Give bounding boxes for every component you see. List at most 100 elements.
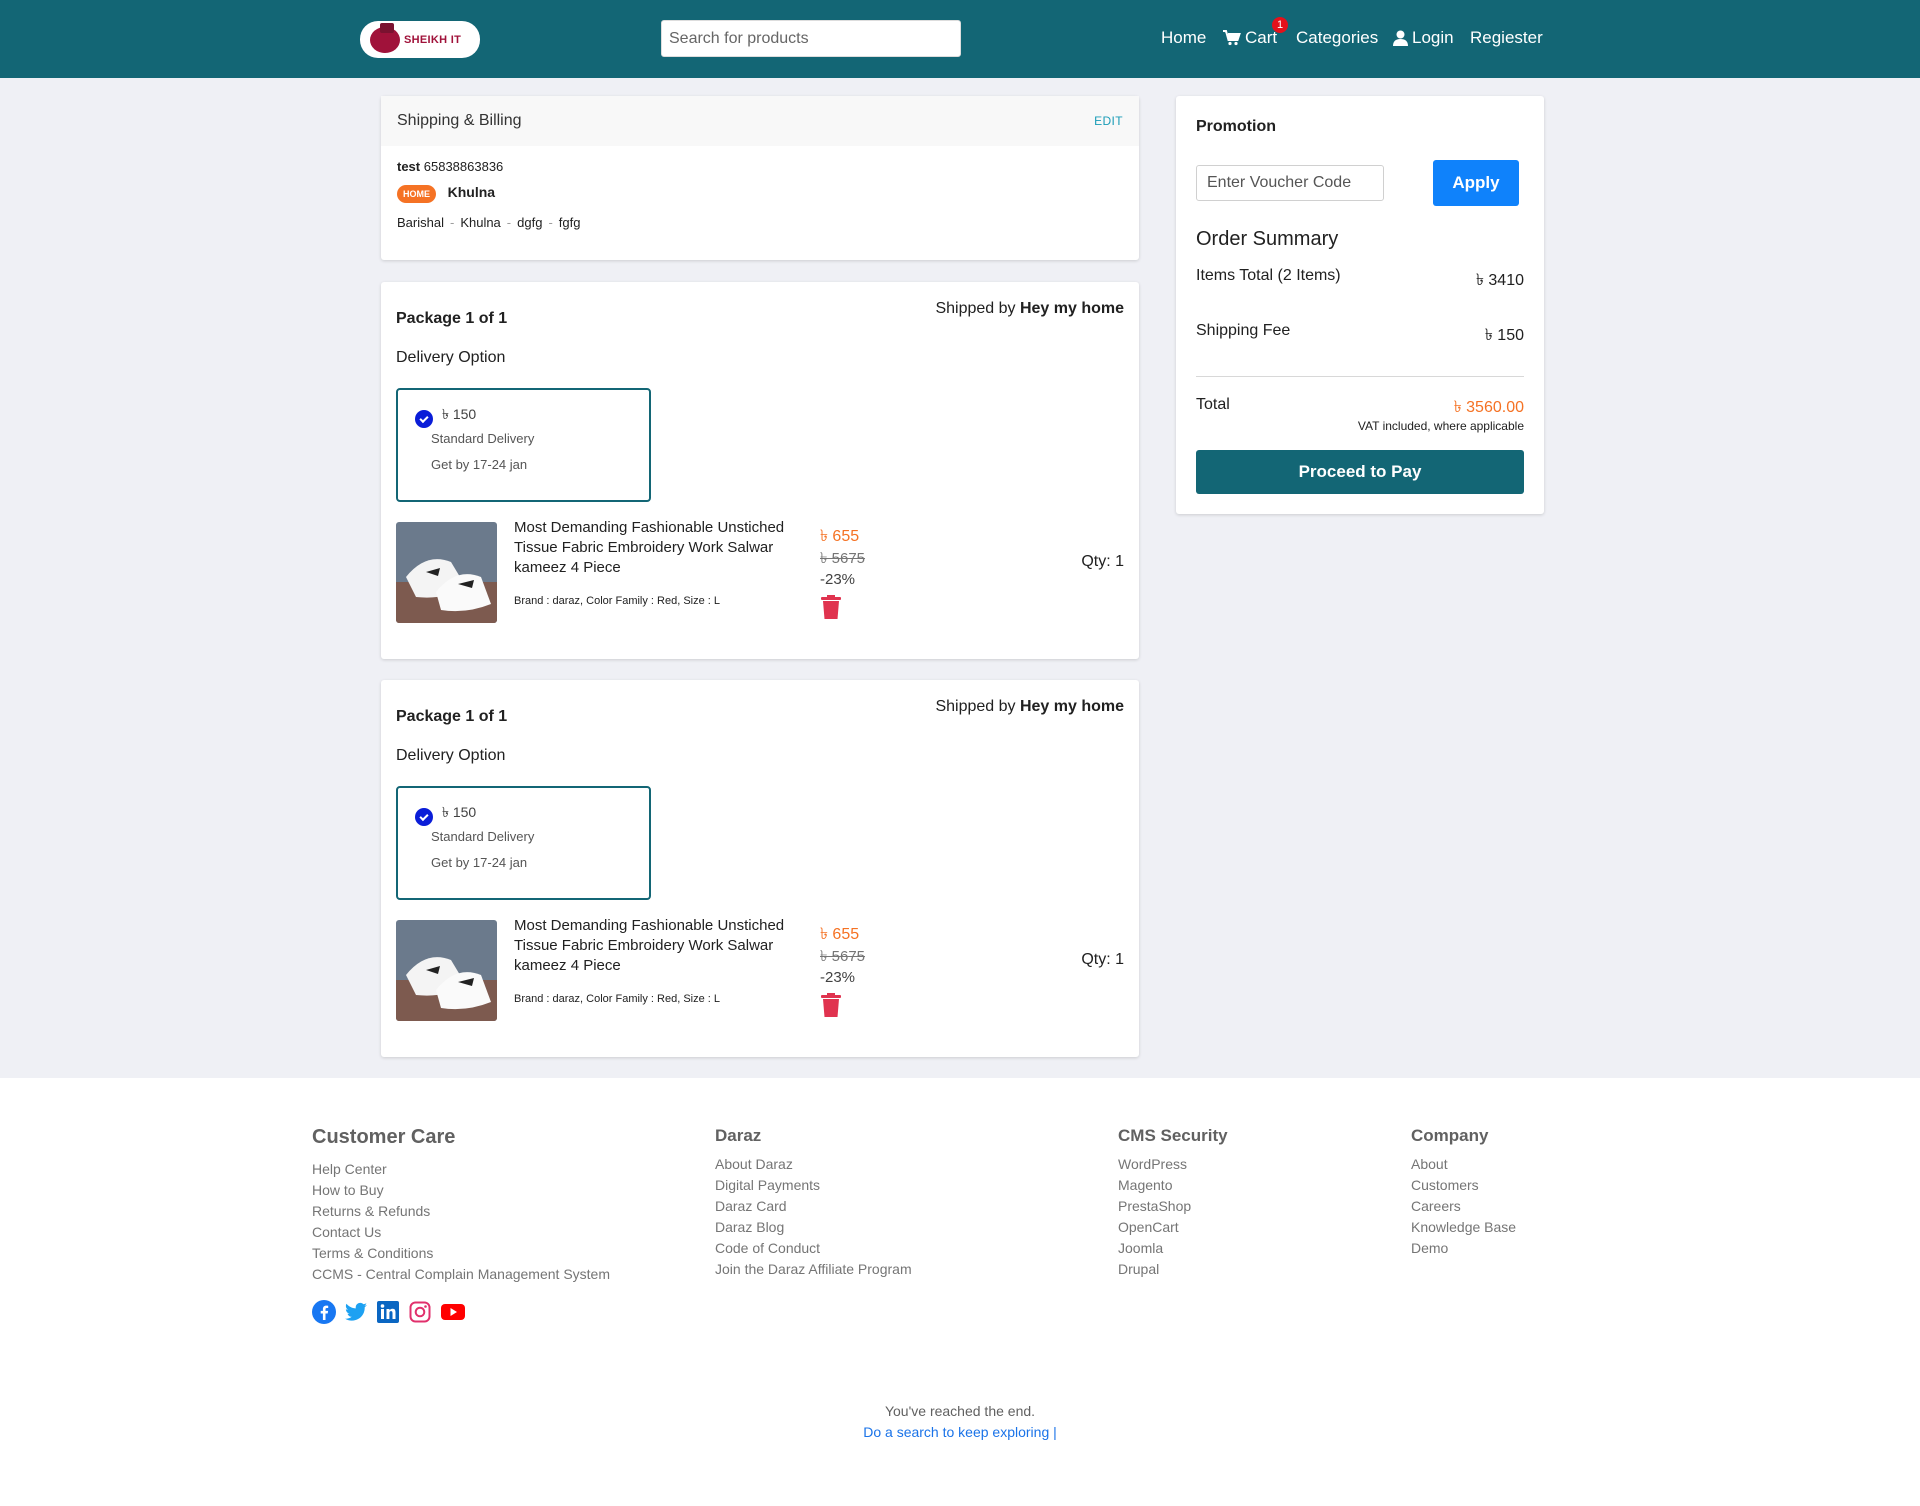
address-separator: - (506, 214, 512, 230)
seller-name: Hey my home (1019, 300, 1124, 317)
nav-home[interactable]: Home (1161, 28, 1206, 48)
keep-exploring-link[interactable]: Do a search to keep exploring | (0, 1424, 1920, 1440)
product-image[interactable] (396, 920, 497, 1021)
check-circle-icon (415, 410, 433, 428)
edit-shipping-link[interactable]: EDIT (1094, 114, 1123, 128)
trash-icon[interactable] (820, 993, 842, 1017)
proceed-to-pay-button[interactable]: Proceed to Pay (1196, 450, 1524, 494)
address-city: Khulna (447, 184, 496, 200)
nav-cart[interactable]: Cart (1223, 28, 1277, 48)
address-separator: - (449, 214, 455, 230)
check-circle-icon (415, 808, 433, 826)
site-logo[interactable]: SHEIKH IT (360, 21, 480, 58)
seller-name: Hey my home (1019, 698, 1124, 715)
footer-heading: Customer Care (312, 1126, 456, 1148)
product-discount: -23% (820, 969, 856, 986)
facebook-icon[interactable] (312, 1300, 336, 1324)
footer-link[interactable]: Returns & Refunds (312, 1201, 610, 1222)
order-summary-card: Promotion Apply Order Summary Items Tota… (1176, 96, 1544, 514)
footer-daraz: Daraz About Daraz Digital Payments Daraz… (715, 1126, 912, 1280)
nav-register-label: Regiester (1470, 28, 1543, 47)
shipping-billing-card: Shipping & Billing EDIT test 65838863836… (381, 96, 1139, 260)
package-card: Package 1 of 1 Shipped by Hey my home De… (381, 680, 1139, 1057)
package-card: Package 1 of 1 Shipped by Hey my home De… (381, 282, 1139, 659)
footer-link[interactable]: About Daraz (715, 1154, 912, 1175)
footer-link[interactable]: PrestaShop (1118, 1196, 1228, 1217)
nav-categories[interactable]: Categories (1296, 28, 1378, 48)
footer-link[interactable]: Contact Us (312, 1222, 610, 1243)
footer-link[interactable]: CCMS - Central Complain Management Syste… (312, 1264, 610, 1285)
nav-register[interactable]: Regiester (1470, 28, 1543, 48)
footer-cms-security: CMS Security WordPress Magento PrestaSho… (1118, 1126, 1228, 1280)
footer-link[interactable]: Joomla (1118, 1238, 1228, 1259)
nav-cart-label: Cart (1245, 28, 1278, 47)
delivery-eta: Get by 17-24 jan (431, 855, 528, 870)
product-original-price: ৳ 5675 (820, 550, 866, 567)
search-input[interactable] (661, 20, 961, 57)
delivery-option-card[interactable]: ৳ 150 Standard Delivery Get by 17-24 jan (396, 388, 651, 502)
delivery-option-card[interactable]: ৳ 150 Standard Delivery Get by 17-24 jan (396, 786, 651, 900)
twitter-icon[interactable] (344, 1300, 368, 1324)
address-part: dgfg (517, 214, 543, 230)
product-quantity: Qty: 1 (1081, 553, 1124, 570)
footer-heading: Daraz (715, 1126, 762, 1145)
user-icon (1393, 30, 1408, 46)
footer-link[interactable]: WordPress (1118, 1154, 1228, 1175)
product-title[interactable]: Most Demanding Fashionable Unstiched Tis… (514, 518, 804, 578)
total-label: Total (1196, 396, 1230, 413)
cart-icon (1223, 30, 1241, 46)
top-navbar: SHEIKH IT Home Cart 1 Categories Login R… (0, 0, 1920, 78)
package-title: Package 1 of 1 (396, 708, 508, 725)
footer-heading: CMS Security (1118, 1126, 1228, 1145)
footer-link[interactable]: About (1411, 1154, 1516, 1175)
items-total-label: Items Total (2 Items) (1196, 267, 1341, 284)
product-image[interactable] (396, 522, 497, 623)
footer-link[interactable]: Digital Payments (715, 1175, 912, 1196)
trash-icon[interactable] (820, 595, 842, 619)
promotion-title: Promotion (1196, 118, 1276, 135)
shipped-by: Shipped by Hey my home (935, 300, 1124, 318)
shipping-fee-label: Shipping Fee (1196, 322, 1291, 339)
footer-link[interactable]: Code of Conduct (715, 1238, 912, 1259)
full-address: Barishal - Khulna - dgfg - fgfg (397, 215, 1123, 230)
customer-phone: 65838863836 (423, 159, 504, 174)
footer-link[interactable]: Help Center (312, 1159, 610, 1180)
address-part: Barishal (397, 214, 444, 230)
footer-link[interactable]: OpenCart (1118, 1217, 1228, 1238)
footer-link[interactable]: How to Buy (312, 1180, 610, 1201)
delivery-price: ৳ 150 (442, 804, 477, 820)
shipped-by-prefix: Shipped by (935, 698, 1016, 715)
nav-login[interactable]: Login (1393, 28, 1454, 48)
footer-link[interactable]: Daraz Blog (715, 1217, 912, 1238)
youtube-icon[interactable] (440, 1300, 465, 1324)
address-part: fgfg (558, 214, 581, 230)
footer-link[interactable]: Daraz Card (715, 1196, 912, 1217)
shipping-title: Shipping & Billing (397, 112, 522, 129)
package-title: Package 1 of 1 (396, 310, 508, 327)
address-part: Khulna (460, 214, 501, 230)
product-title[interactable]: Most Demanding Fashionable Unstiched Tis… (514, 916, 804, 976)
footer-link[interactable]: Terms & Conditions (312, 1243, 610, 1264)
footer-heading: Company (1411, 1126, 1489, 1145)
footer-link[interactable]: Careers (1411, 1196, 1516, 1217)
address-tag-badge: HOME (397, 184, 436, 203)
instagram-icon[interactable] (408, 1300, 432, 1324)
footer-link[interactable]: Demo (1411, 1238, 1516, 1259)
footer-company: Company About Customers Careers Knowledg… (1411, 1126, 1516, 1259)
nav-home-label: Home (1161, 28, 1207, 47)
product-price: ৳ 655 (820, 926, 860, 943)
footer-link[interactable]: Customers (1411, 1175, 1516, 1196)
delivery-name: Standard Delivery (431, 431, 535, 446)
footer-link[interactable]: Knowledge Base (1411, 1217, 1516, 1238)
footer-link[interactable]: Magento (1118, 1175, 1228, 1196)
delivery-option-label: Delivery Option (396, 747, 506, 764)
shipping-header: Shipping & Billing EDIT (381, 96, 1139, 146)
footer-link[interactable]: Drupal (1118, 1259, 1228, 1280)
voucher-code-input[interactable] (1196, 165, 1384, 201)
product-quantity: Qty: 1 (1081, 951, 1124, 968)
delivery-price: ৳ 150 (442, 406, 477, 422)
footer-link[interactable]: Join the Daraz Affiliate Program (715, 1259, 912, 1280)
product-discount: -23% (820, 571, 856, 588)
apply-voucher-button[interactable]: Apply (1433, 160, 1519, 206)
linkedin-icon[interactable] (376, 1300, 400, 1324)
